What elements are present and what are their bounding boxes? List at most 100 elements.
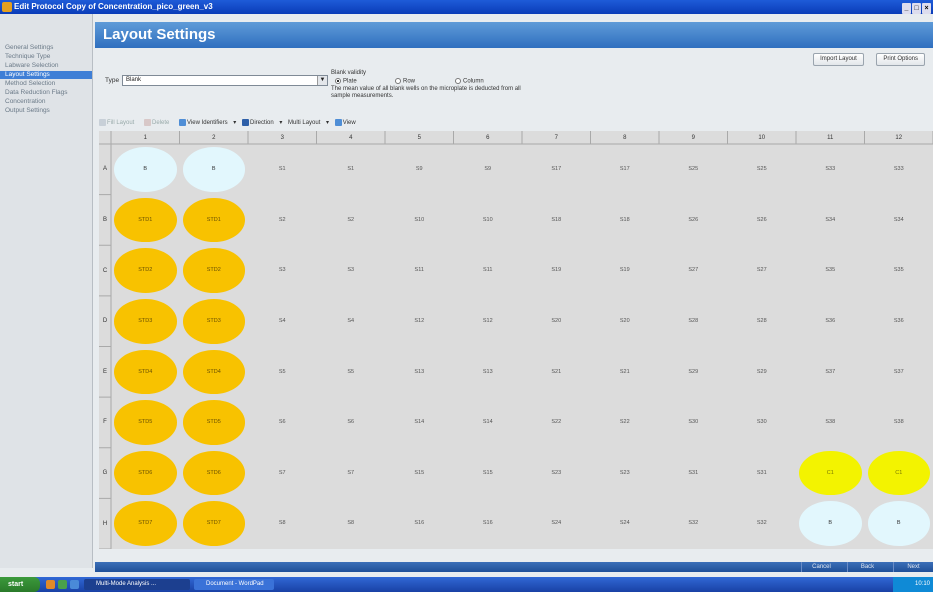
row-header[interactable]: E bbox=[99, 367, 111, 377]
plate-well[interactable]: S16 bbox=[388, 501, 451, 546]
plate-well[interactable]: STD7 bbox=[114, 501, 177, 546]
plate-well[interactable]: S33 bbox=[868, 147, 931, 192]
plate-well[interactable]: S27 bbox=[731, 248, 794, 293]
sidebar-item-labware-selection[interactable]: Labware Selection bbox=[0, 62, 92, 70]
row-header[interactable]: D bbox=[99, 316, 111, 326]
plate-well[interactable]: S30 bbox=[731, 400, 794, 445]
plate-well[interactable]: S35 bbox=[799, 248, 862, 293]
plate-well[interactable]: B bbox=[867, 501, 930, 546]
quicklaunch-icon[interactable] bbox=[70, 580, 79, 589]
sidebar-item-general-settings[interactable]: General Settings bbox=[0, 44, 92, 52]
plate-well[interactable]: STD3 bbox=[182, 298, 245, 344]
taskbar-app-multimode[interactable]: Multi-Mode Analysis ... bbox=[84, 579, 190, 590]
plate-well[interactable]: S29 bbox=[662, 350, 725, 395]
quicklaunch-icon[interactable] bbox=[58, 580, 67, 589]
plate-well[interactable]: STD3 bbox=[114, 298, 177, 344]
plate-well[interactable]: S24 bbox=[525, 501, 588, 546]
plate-well[interactable]: S8 bbox=[251, 501, 314, 546]
column-header[interactable]: 10 bbox=[728, 133, 797, 143]
print-options-button[interactable]: Print Options bbox=[876, 53, 925, 66]
plate-well[interactable]: S13 bbox=[388, 350, 451, 395]
plate-well[interactable]: S4 bbox=[251, 299, 314, 344]
plate-well[interactable]: S32 bbox=[662, 501, 725, 546]
plate-well[interactable]: STD1 bbox=[182, 197, 245, 243]
type-dropdown[interactable]: Blank ▼ bbox=[122, 75, 328, 86]
plate-well[interactable]: S18 bbox=[525, 198, 588, 243]
plate-well[interactable]: B bbox=[114, 147, 177, 192]
plate-well[interactable]: S17 bbox=[594, 147, 657, 192]
plate-well[interactable]: S10 bbox=[457, 198, 520, 243]
plate-well[interactable]: STD2 bbox=[182, 248, 245, 293]
column-header[interactable]: 6 bbox=[454, 133, 523, 143]
plate-well[interactable]: S16 bbox=[457, 501, 520, 546]
plate-well[interactable]: S15 bbox=[388, 451, 451, 496]
column-header[interactable]: 11 bbox=[796, 133, 865, 143]
sidebar-item-data-reduction-flags[interactable]: Data Reduction Flags bbox=[0, 89, 92, 97]
minimize-button[interactable]: _ bbox=[902, 3, 911, 14]
view-button[interactable]: View bbox=[334, 118, 360, 126]
radio-row[interactable]: Row bbox=[395, 78, 415, 86]
column-header[interactable]: 1 bbox=[111, 133, 180, 143]
plate-well[interactable]: S14 bbox=[457, 400, 520, 445]
plate-well[interactable]: S26 bbox=[731, 198, 794, 243]
plate-well[interactable]: S26 bbox=[662, 198, 725, 243]
plate-well[interactable]: S31 bbox=[731, 451, 794, 496]
plate-well[interactable]: S18 bbox=[594, 198, 657, 243]
plate-well[interactable]: S37 bbox=[799, 350, 862, 395]
plate-well[interactable]: S31 bbox=[662, 451, 725, 496]
plate-well[interactable]: S38 bbox=[868, 400, 931, 445]
sidebar-item-layout-settings[interactable]: Layout Settings bbox=[0, 71, 92, 79]
plate-well[interactable]: S17 bbox=[525, 147, 588, 192]
plate-well[interactable]: S22 bbox=[594, 400, 657, 445]
row-header[interactable]: F bbox=[99, 417, 111, 427]
plate-well[interactable]: S28 bbox=[662, 299, 725, 344]
plate-well[interactable]: S3 bbox=[320, 248, 383, 293]
plate-well[interactable]: S10 bbox=[388, 198, 451, 243]
plate-well[interactable]: STD1 bbox=[114, 197, 177, 243]
quicklaunch-icon[interactable] bbox=[46, 580, 55, 589]
column-header[interactable]: 5 bbox=[385, 133, 454, 143]
plate-well[interactable]: S9 bbox=[388, 147, 451, 192]
plate-well[interactable]: STD5 bbox=[114, 400, 177, 445]
plate-well[interactable]: S36 bbox=[799, 299, 862, 344]
plate-well[interactable]: S29 bbox=[731, 350, 794, 395]
plate-well[interactable]: S34 bbox=[868, 198, 931, 243]
column-header[interactable]: 9 bbox=[659, 133, 728, 143]
plate-well[interactable]: S22 bbox=[525, 400, 588, 445]
radio-column[interactable]: Column bbox=[455, 78, 484, 86]
plate-well[interactable]: STD7 bbox=[182, 501, 245, 546]
plate-well[interactable]: STD6 bbox=[114, 450, 177, 496]
plate-well[interactable]: S11 bbox=[388, 248, 451, 293]
plate-well[interactable]: S19 bbox=[594, 248, 657, 293]
direction-button[interactable]: Direction ▾ bbox=[241, 118, 282, 126]
plate-well[interactable]: S30 bbox=[662, 400, 725, 445]
row-header[interactable]: C bbox=[99, 266, 111, 276]
plate-well[interactable]: S34 bbox=[799, 198, 862, 243]
chevron-down-icon[interactable]: ▼ bbox=[317, 76, 327, 85]
plate-well[interactable]: S5 bbox=[251, 350, 314, 395]
plate-well[interactable]: C1 bbox=[799, 450, 862, 496]
plate-well[interactable]: S36 bbox=[868, 299, 931, 344]
row-header[interactable]: H bbox=[99, 519, 111, 529]
row-header[interactable]: G bbox=[99, 468, 111, 478]
plate-well[interactable]: S4 bbox=[320, 299, 383, 344]
plate-well[interactable]: S7 bbox=[251, 451, 314, 496]
maximize-button[interactable]: □ bbox=[912, 3, 921, 14]
row-header[interactable]: A bbox=[99, 164, 111, 174]
radio-plate[interactable]: Plate bbox=[335, 78, 357, 86]
plate-well[interactable]: STD6 bbox=[182, 450, 245, 496]
plate-well[interactable]: STD5 bbox=[182, 400, 245, 445]
sidebar-item-output-settings[interactable]: Output Settings bbox=[0, 107, 92, 115]
plate-well[interactable]: S1 bbox=[251, 147, 314, 192]
plate-well[interactable]: STD4 bbox=[182, 349, 245, 395]
plate-well[interactable]: S23 bbox=[525, 451, 588, 496]
plate-well[interactable]: S33 bbox=[799, 147, 862, 192]
plate-well[interactable]: S20 bbox=[525, 299, 588, 344]
plate-well[interactable]: S2 bbox=[251, 198, 314, 243]
plate-well[interactable]: S25 bbox=[662, 147, 725, 192]
plate-well[interactable]: S27 bbox=[662, 248, 725, 293]
view-identifiers-button[interactable]: View Identifiers ▾ bbox=[179, 118, 236, 126]
plate-well[interactable]: STD2 bbox=[114, 248, 177, 293]
start-button[interactable]: start bbox=[0, 577, 40, 592]
multi-layout-button[interactable]: Multi Layout ▾ bbox=[288, 120, 329, 126]
